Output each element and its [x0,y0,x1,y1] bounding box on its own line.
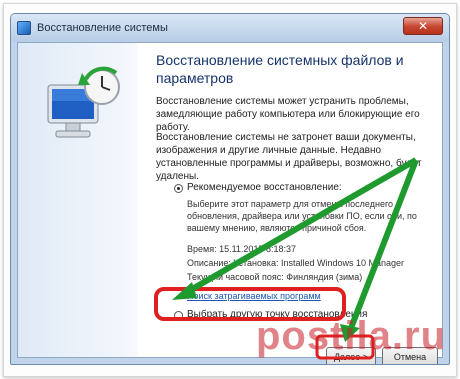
arrow-to-next [348,158,419,330]
arrow-to-option [185,157,418,295]
watermark-text: postila.ru [256,314,447,358]
